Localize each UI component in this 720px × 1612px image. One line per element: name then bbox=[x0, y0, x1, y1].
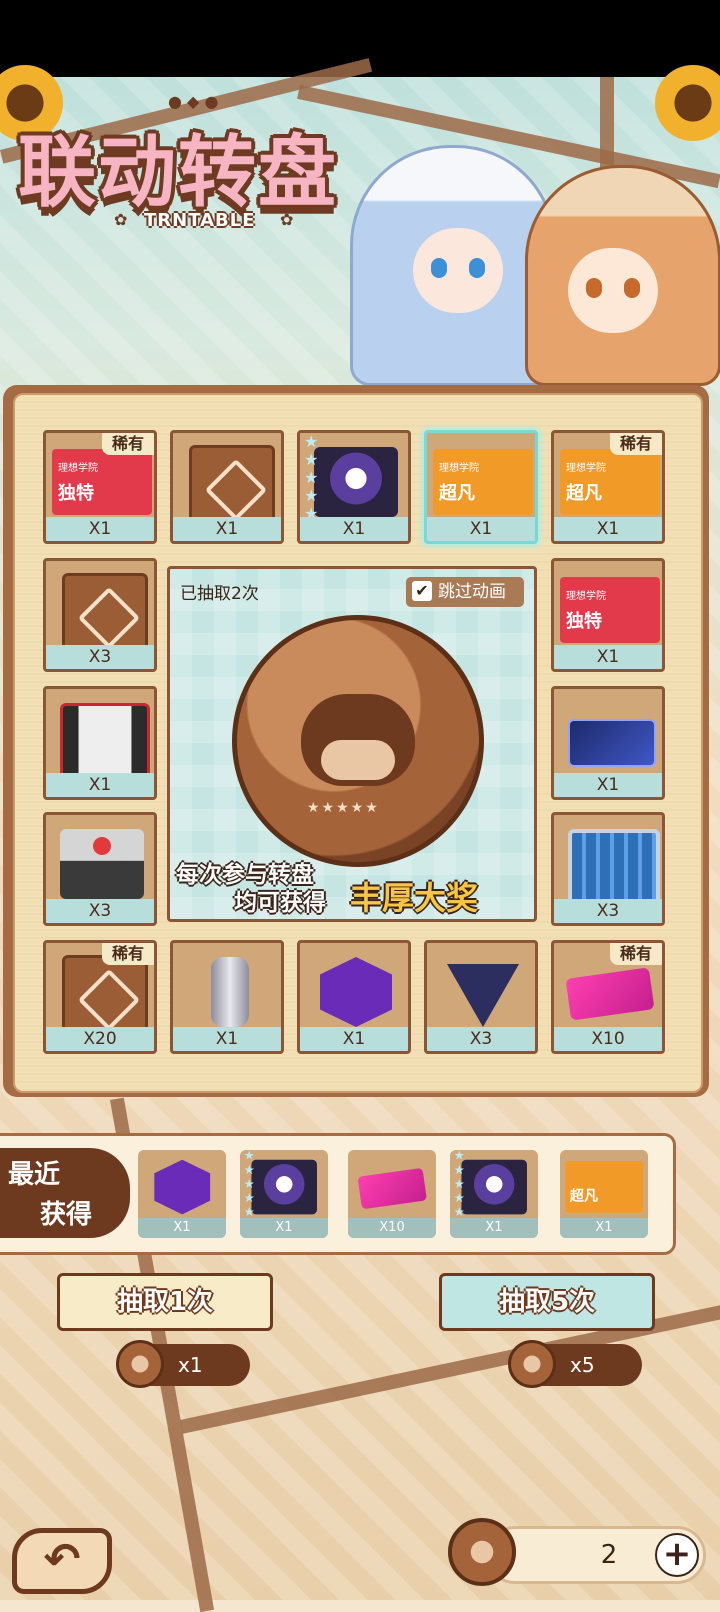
promo-line-2: 均可获得 bbox=[234, 890, 326, 916]
add-coin-button[interactable]: + bbox=[655, 1533, 699, 1577]
draw-five-cost: x5 bbox=[508, 1340, 642, 1388]
page-title: 联动转盘 bbox=[18, 128, 339, 218]
prize-quantity: X1 bbox=[427, 517, 535, 541]
coin-balance: 2 + bbox=[486, 1526, 706, 1584]
recent-reward-item[interactable]: ★ ★ ★ ★ ★ X1 bbox=[450, 1150, 538, 1238]
school-card-icon: 理想学院 独特 bbox=[52, 449, 152, 515]
star-rating-icon: ★ ★ ★ ★ ★ bbox=[453, 1150, 465, 1219]
prize-slot[interactable]: X3 bbox=[551, 812, 665, 926]
star-rating-icon: ★ ★ ★ ★ ★ bbox=[243, 1150, 255, 1219]
prize-slot[interactable]: X1 bbox=[170, 940, 284, 1054]
rare-badge: 稀有 bbox=[610, 433, 662, 455]
recent-reward-quantity: X1 bbox=[240, 1218, 328, 1238]
blue-card-icon bbox=[568, 719, 656, 767]
prize-slot[interactable]: 理想学院 超凡 稀有 X1 bbox=[551, 430, 665, 544]
prize-slot[interactable]: X3 bbox=[43, 812, 157, 926]
triangle-badge-icon bbox=[447, 964, 519, 1027]
character-avatar-icon bbox=[251, 1159, 317, 1215]
item-case-icon bbox=[568, 829, 660, 907]
paw-icon: ● ◆ ● bbox=[168, 92, 219, 111]
giraffe-coin-icon bbox=[448, 1518, 516, 1586]
school-card-icon: 理想学院 超凡 bbox=[560, 449, 660, 515]
prize-quantity: X1 bbox=[46, 517, 154, 541]
prize-slot[interactable]: 理想学院 超凡 X1 bbox=[424, 430, 538, 544]
draw-count: 已抽取2次 bbox=[180, 584, 259, 604]
purple-hex-badge-icon bbox=[320, 957, 392, 1027]
pink-gift-card-icon bbox=[357, 1167, 427, 1210]
red-crate-icon bbox=[60, 703, 150, 779]
title-logo: ● ◆ ● 联动转盘 ✿ TRNTABLE ✿ bbox=[18, 92, 378, 250]
coin-balance-value: 2 bbox=[600, 1540, 618, 1570]
prize-quantity: X1 bbox=[554, 645, 662, 669]
prize-slot[interactable]: X1 bbox=[43, 686, 157, 800]
star-rating-icon: ★ ★ ★ ★ ★ bbox=[304, 432, 319, 523]
character-brown-hair bbox=[525, 165, 720, 386]
rare-badge: 稀有 bbox=[610, 943, 662, 965]
promo-highlight: 丰厚大奖 bbox=[350, 879, 479, 917]
character-avatar-icon bbox=[314, 447, 398, 517]
fragment-icon bbox=[62, 955, 148, 1037]
giraffe-coin-icon: ★★★★★ bbox=[232, 615, 484, 867]
fragment-icon bbox=[62, 573, 148, 655]
prize-slot[interactable]: X3 bbox=[424, 940, 538, 1054]
skip-animation-label: 跳过动画 bbox=[438, 582, 506, 602]
prize-quantity: X1 bbox=[300, 517, 408, 541]
prize-quantity: X3 bbox=[427, 1027, 535, 1051]
prize-quantity: X1 bbox=[554, 773, 662, 797]
draw-once-button[interactable]: 抽取1次 bbox=[57, 1273, 273, 1331]
back-arrow-icon[interactable]: ↶ bbox=[12, 1528, 112, 1594]
prize-quantity: X1 bbox=[554, 517, 662, 541]
character-avatar-icon bbox=[461, 1159, 527, 1215]
checkbox-checked-icon[interactable]: ✔ bbox=[412, 581, 432, 601]
draw-once-cost: x1 bbox=[116, 1340, 250, 1388]
recent-label: 最近 获得 bbox=[0, 1148, 130, 1238]
flower-icon: ✿ bbox=[280, 210, 294, 229]
prize-slot[interactable]: 稀有 X10 bbox=[551, 940, 665, 1054]
prize-quantity: X3 bbox=[46, 645, 154, 669]
recent-reward-quantity: X1 bbox=[138, 1218, 226, 1238]
recent-reward-item[interactable]: X10 bbox=[348, 1150, 436, 1238]
fragment-icon bbox=[189, 445, 275, 527]
recent-reward-item[interactable]: 超凡 X1 bbox=[560, 1150, 648, 1238]
pink-gift-card-icon bbox=[565, 967, 655, 1021]
turntable-center: 已抽取2次 ✔ 跳过动画 ★★★★★ 每次参与转盘 均可获得 丰厚大奖 bbox=[167, 566, 537, 922]
prize-slot[interactable]: X1 bbox=[551, 686, 665, 800]
energy-canister-icon bbox=[211, 957, 249, 1027]
draw-five-button[interactable]: 抽取5次 bbox=[439, 1273, 655, 1331]
prize-slot[interactable]: X1 bbox=[297, 940, 411, 1054]
prize-slot[interactable]: 理想学院 独特 稀有 X1 bbox=[43, 430, 157, 544]
rare-badge: 稀有 bbox=[102, 433, 154, 455]
prize-slot[interactable]: 稀有 X20 bbox=[43, 940, 157, 1054]
prize-quantity: X1 bbox=[300, 1027, 408, 1051]
school-card-icon: 超凡 bbox=[565, 1161, 644, 1213]
prize-quantity: X3 bbox=[554, 899, 662, 923]
school-card-icon: 理想学院 独特 bbox=[560, 577, 660, 643]
recent-reward-quantity: X1 bbox=[560, 1218, 648, 1238]
giraffe-coin-icon bbox=[508, 1340, 556, 1388]
prize-slot[interactable]: 理想学院 独特 X1 bbox=[551, 558, 665, 672]
prize-quantity: X20 bbox=[46, 1027, 154, 1051]
flower-icon: ✿ bbox=[114, 210, 128, 229]
prize-quantity: X1 bbox=[173, 1027, 281, 1051]
prize-quantity: X1 bbox=[46, 773, 154, 797]
recent-reward-quantity: X1 bbox=[450, 1218, 538, 1238]
page-subtitle: TRNTABLE bbox=[144, 210, 256, 231]
school-card-icon: 理想学院 超凡 bbox=[433, 449, 533, 515]
prize-quantity: X3 bbox=[46, 899, 154, 923]
recent-reward-item[interactable]: X1 bbox=[138, 1150, 226, 1238]
prize-slot[interactable]: X1 bbox=[170, 430, 284, 544]
prize-slot[interactable]: ★ ★ ★ ★ ★ X1 bbox=[297, 430, 411, 544]
recent-rewards-panel: 最近 获得 X1 ★ ★ ★ ★ ★ X1 X10 ★ ★ ★ ★ ★ X1 超凡 X1 bbox=[0, 1133, 676, 1255]
rare-badge: 稀有 bbox=[102, 943, 154, 965]
skip-animation-toggle[interactable]: ✔ 跳过动画 bbox=[406, 577, 524, 607]
prize-slot[interactable]: X3 bbox=[43, 558, 157, 672]
recent-reward-item[interactable]: ★ ★ ★ ★ ★ X1 bbox=[240, 1150, 328, 1238]
giraffe-coin-icon bbox=[116, 1340, 164, 1388]
grey-crate-icon bbox=[60, 829, 144, 899]
purple-hex-badge-icon bbox=[154, 1159, 211, 1215]
character-illustration bbox=[330, 135, 720, 386]
prize-quantity: X1 bbox=[173, 517, 281, 541]
prize-quantity: X10 bbox=[554, 1027, 662, 1051]
recent-reward-quantity: X10 bbox=[348, 1218, 436, 1238]
